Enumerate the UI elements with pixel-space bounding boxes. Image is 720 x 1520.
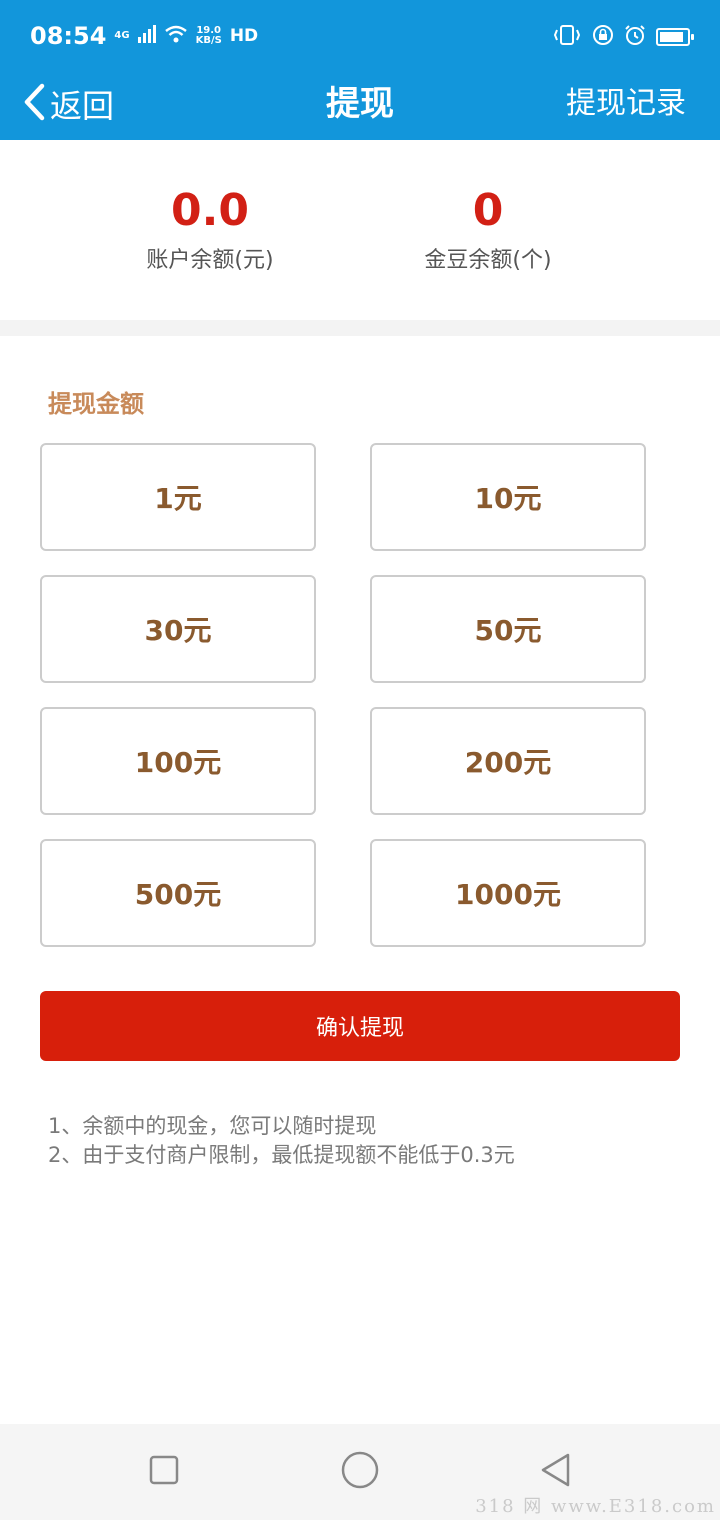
system-nav-bar: 318 网 www.E318.com xyxy=(0,1424,720,1520)
note-line: 1、余额中的现金，您可以随时提现 xyxy=(48,1114,377,1138)
status-bar: 08:54 4G 19.0 KB/S HD xyxy=(0,0,720,72)
circle-icon xyxy=(340,1450,380,1494)
amount-option-200[interactable]: 200元 xyxy=(370,707,646,815)
amount-option-100[interactable]: 100元 xyxy=(40,707,316,815)
chevron-left-icon xyxy=(22,82,46,126)
amount-option-30[interactable]: 30元 xyxy=(40,575,316,683)
withdraw-notes: 1、余额中的现金，您可以随时提现 2、由于支付商户限制，最低提现额不能低于0.3… xyxy=(48,1112,515,1170)
lock-rotation-icon xyxy=(592,24,614,50)
account-balance: 0.0 账户余额(元) xyxy=(60,184,360,274)
beans-balance-label: 金豆余额(个) xyxy=(424,248,552,273)
amount-option-1[interactable]: 1元 xyxy=(40,443,316,551)
account-balance-value: 0.0 xyxy=(171,185,249,236)
battery-icon xyxy=(656,28,694,46)
amount-option-1000[interactable]: 1000元 xyxy=(370,839,646,947)
network-type: 4G xyxy=(114,30,130,41)
amount-section-title: 提现金额 xyxy=(48,390,144,418)
square-icon xyxy=(148,1454,180,1490)
triangle-back-icon xyxy=(538,1452,574,1492)
signal-icon xyxy=(137,25,156,47)
wifi-icon xyxy=(164,25,188,47)
amount-option-10[interactable]: 10元 xyxy=(370,443,646,551)
hd-indicator: HD xyxy=(229,26,259,46)
back-button[interactable]: 返回 xyxy=(22,78,114,130)
confirm-withdraw-button[interactable]: 确认提现 xyxy=(40,991,680,1061)
watermark: 318 网 www.E318.com xyxy=(475,1496,716,1517)
speed-unit: KB/S xyxy=(195,35,222,46)
amount-option-500[interactable]: 500元 xyxy=(40,839,316,947)
vibrate-icon xyxy=(552,24,582,50)
balance-summary: 0.0 账户余额(元) 0 金豆余额(个) xyxy=(0,140,720,320)
account-balance-label: 账户余额(元) xyxy=(146,248,274,273)
back-system-button[interactable] xyxy=(534,1450,578,1494)
home-button[interactable] xyxy=(338,1450,382,1494)
section-divider xyxy=(0,320,720,336)
status-time: 08:54 xyxy=(30,22,107,50)
note-line: 2、由于支付商户限制，最低提现额不能低于0.3元 xyxy=(48,1143,515,1167)
beans-balance-value: 0 xyxy=(472,185,504,236)
nav-bar: 返回 提现 提现记录 xyxy=(0,72,720,140)
beans-balance: 0 金豆余额(个) xyxy=(338,184,638,274)
recents-button[interactable] xyxy=(142,1450,186,1494)
withdraw-records-link[interactable]: 提现记录 xyxy=(566,78,686,130)
amount-option-50[interactable]: 50元 xyxy=(370,575,646,683)
back-label: 返回 xyxy=(50,87,115,125)
alarm-icon xyxy=(624,24,646,50)
